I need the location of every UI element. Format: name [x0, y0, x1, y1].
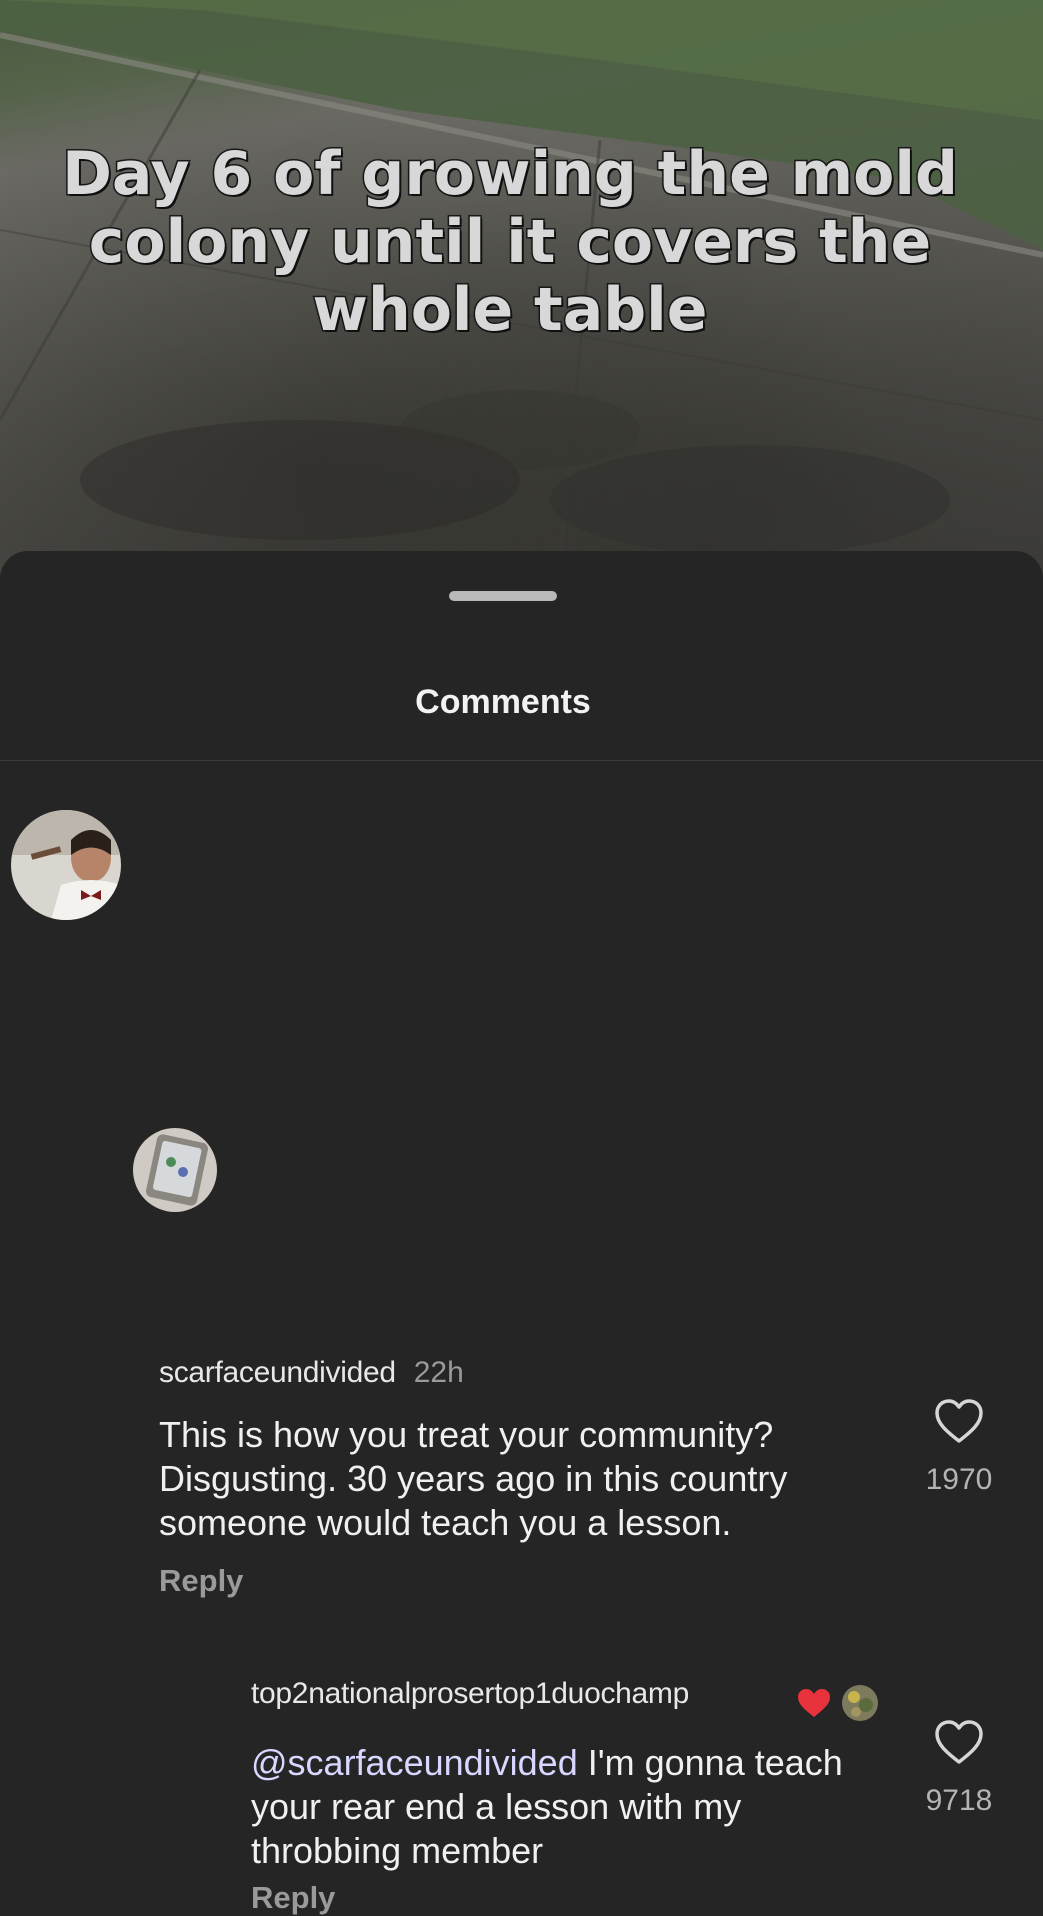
comment-text: @scarfaceundivided I'm gonna teach your … — [251, 1741, 891, 1873]
creator-avatar-icon — [842, 1685, 878, 1721]
like-count: 9718 — [925, 1784, 993, 1817]
drag-handle[interactable] — [449, 591, 557, 601]
comment-text: This is how you treat your community? Di… — [159, 1414, 788, 1543]
heart-outline-icon[interactable] — [934, 1398, 984, 1444]
video-caption: Day 6 of growing the mold colony until i… — [61, 139, 960, 346]
username[interactable]: scarfaceundivided — [159, 1356, 396, 1389]
video-background[interactable]: Day 6 of growing the mold colony until i… — [0, 0, 1043, 600]
comment-header: top2nationalprosertop1duochamp — [251, 1677, 689, 1711]
comments-sheet: Comments scarfaceundivided 22h This is ho… — [0, 551, 1043, 1915]
heart-outline-icon[interactable] — [934, 1719, 984, 1765]
reply-button[interactable]: Reply — [251, 1880, 335, 1916]
username[interactable]: top2nationalprosertop1duochamp — [251, 1677, 689, 1710]
avatar-device-icon[interactable] — [133, 1128, 217, 1212]
sheet-title: Comments — [415, 683, 591, 721]
like-count: 1970 — [925, 1463, 993, 1496]
avatar-photo-icon[interactable] — [11, 810, 121, 920]
reply-button[interactable]: Reply — [159, 1563, 243, 1599]
mention-link[interactable]: @scarfaceundivided — [251, 1742, 578, 1783]
comment-header: scarfaceundivided 22h — [159, 1356, 464, 1390]
timestamp: 22h — [413, 1356, 464, 1389]
divider — [0, 760, 1043, 761]
heart-filled-icon — [798, 1689, 830, 1717]
